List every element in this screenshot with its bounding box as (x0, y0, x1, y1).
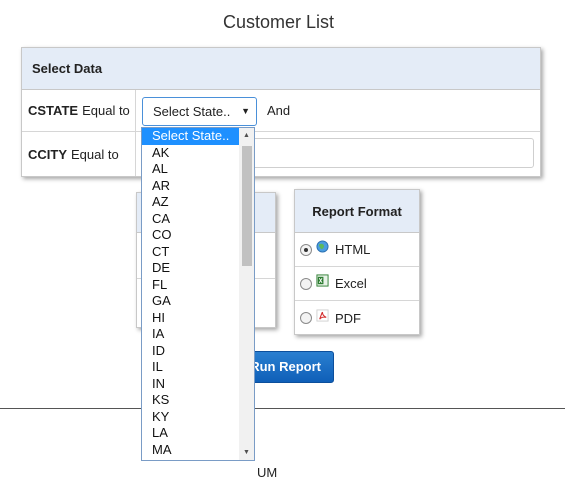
divider (0, 408, 565, 409)
state-option[interactable]: Select State.. (142, 128, 240, 145)
state-option[interactable]: DE (142, 260, 240, 277)
scroll-up-icon[interactable]: ▲ (239, 128, 254, 143)
scrollbar-thumb[interactable] (242, 146, 252, 266)
format-option-excel[interactable]: Excel (295, 267, 419, 301)
report-format-panel: Report Format HTML Excel PDF (294, 189, 420, 335)
and-connector: And (267, 103, 291, 118)
city-operator: Equal to (71, 146, 119, 162)
state-option[interactable]: KY (142, 409, 240, 426)
state-field-name: CSTATE (28, 103, 79, 118)
state-option[interactable]: AZ (142, 194, 240, 211)
state-option[interactable]: FL (142, 277, 240, 294)
state-option[interactable]: AK (142, 145, 240, 162)
dropdown-scrollbar[interactable]: ▲ ▼ (239, 128, 254, 460)
format-option-html[interactable]: HTML (295, 233, 419, 267)
dropdown-arrow-icon: ▼ (241, 106, 250, 116)
state-option[interactable]: IN (142, 376, 240, 393)
state-option[interactable]: KS (142, 392, 240, 409)
state-operator: Equal to (82, 103, 130, 118)
state-option[interactable]: MA (142, 442, 240, 459)
city-filter-label: CCITY Equal to (22, 132, 136, 176)
state-option[interactable]: CO (142, 227, 240, 244)
city-filter-row: CCITY Equal to (22, 132, 540, 176)
state-option[interactable]: GA (142, 293, 240, 310)
page-title: Customer List (222, 12, 335, 32)
state-option[interactable]: CA (142, 211, 240, 228)
state-option[interactable]: HI (142, 310, 240, 327)
state-option[interactable]: LA (142, 425, 240, 442)
format-label: HTML (335, 242, 371, 257)
run-report-button[interactable]: Run Report (243, 351, 334, 383)
state-option[interactable]: IL (142, 359, 240, 376)
state-dropdown-list[interactable]: Select State.. AK AL AR AZ CA CO CT DE FL GA HI IA ID… (141, 127, 255, 461)
html-globe-icon (316, 240, 329, 253)
state-filter-row: CSTATE Equal to Select State.. ▼ And (22, 90, 540, 132)
state-option[interactable]: IA (142, 326, 240, 343)
format-option-pdf[interactable]: PDF (295, 301, 419, 335)
format-label: PDF (335, 310, 361, 326)
html-radio[interactable] (300, 243, 312, 256)
city-field-name: CCITY (28, 146, 67, 162)
select-data-header: Select Data (22, 48, 540, 90)
select-data-panel: Select Data CSTATE Equal to Select State… (21, 47, 541, 177)
state-select[interactable]: Select State.. ▼ (142, 97, 257, 126)
state-select-value: Select State.. (153, 104, 231, 119)
format-label: Excel (335, 276, 367, 291)
partial-option-text: UM (257, 465, 278, 480)
pdf-icon (316, 308, 329, 322)
excel-icon (316, 274, 329, 287)
state-option[interactable]: AR (142, 178, 240, 195)
state-option[interactable]: ID (142, 343, 240, 360)
scroll-down-icon[interactable]: ▼ (239, 445, 254, 460)
report-format-header: Report Format (295, 190, 419, 233)
excel-radio[interactable] (300, 277, 312, 290)
state-option[interactable]: CT (142, 244, 240, 261)
state-option[interactable]: AL (142, 161, 240, 178)
state-filter-label: CSTATE Equal to (22, 90, 136, 131)
pdf-radio[interactable] (300, 312, 312, 324)
state-options: Select State.. AK AL AR AZ CA CO CT DE FL GA HI IA ID… (142, 128, 240, 458)
